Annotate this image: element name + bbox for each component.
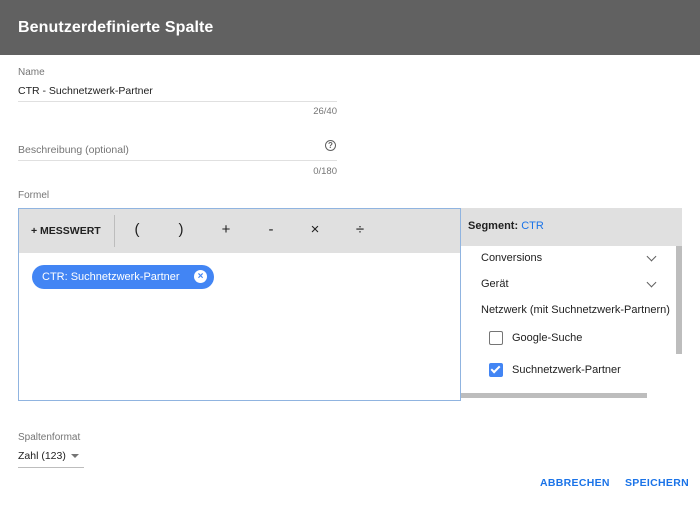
metric-chip[interactable]: CTR: Suchnetzwerk-Partner ×: [32, 265, 214, 289]
vertical-scrollbar[interactable]: [676, 246, 682, 354]
formula-toolbar: + MESSWERT ( ) + - × ÷: [19, 209, 460, 253]
google-search-label: Google-Suche: [512, 332, 583, 344]
segment-header: Segment: CTR: [461, 208, 682, 246]
dialog-header: Benutzerdefinierte Spalte: [0, 0, 700, 55]
help-icon[interactable]: ?: [325, 140, 336, 151]
close-paren-button[interactable]: ): [173, 221, 189, 238]
toolbar-divider: [114, 215, 115, 247]
description-counter: 0/180: [313, 166, 337, 177]
dropdown-arrow-icon: [71, 454, 79, 458]
segment-item-conversions[interactable]: Conversions: [481, 252, 542, 264]
column-format-select[interactable]: Zahl (123): [18, 450, 84, 468]
divide-button[interactable]: ÷: [352, 221, 368, 238]
formula-label: Formel: [18, 190, 50, 201]
description-input[interactable]: Beschreibung (optional): [18, 144, 129, 156]
minus-button[interactable]: -: [263, 221, 279, 238]
segment-panel: Segment: CTR Conversions Gerät Netzwerk …: [461, 208, 682, 400]
save-button[interactable]: SPEICHERN: [625, 477, 689, 489]
name-underline: [18, 101, 337, 102]
dialog-title: Benutzerdefinierte Spalte: [18, 19, 214, 36]
name-label: Name: [18, 67, 45, 78]
google-search-checkbox[interactable]: [489, 331, 503, 345]
add-metric-button[interactable]: + MESSWERT: [31, 225, 101, 237]
segment-item-netzwerk[interactable]: Netzwerk (mit Suchnetzwerk-Partnern): [481, 304, 670, 316]
column-format-label: Spaltenformat: [18, 432, 81, 443]
chevron-down-icon[interactable]: [646, 277, 657, 288]
segment-value[interactable]: CTR: [521, 220, 544, 232]
column-format-value: Zahl (123): [18, 450, 66, 462]
segment-item-geraet[interactable]: Gerät: [481, 278, 509, 290]
cancel-button[interactable]: ABBRECHEN: [540, 477, 610, 489]
multiply-button[interactable]: ×: [307, 221, 323, 238]
formula-editor[interactable]: + MESSWERT ( ) + - × ÷ CTR: Suchnetzwerk…: [18, 208, 461, 401]
search-partners-label: Suchnetzwerk-Partner: [512, 364, 621, 376]
segment-title: Segment: CTR: [468, 220, 544, 232]
name-counter: 26/40: [313, 106, 337, 117]
metric-chip-label: CTR: Suchnetzwerk-Partner: [42, 271, 180, 283]
description-underline: [18, 160, 337, 161]
chevron-down-icon[interactable]: [646, 251, 657, 262]
name-input[interactable]: CTR - Suchnetzwerk-Partner: [18, 85, 153, 97]
search-partners-checkbox[interactable]: [489, 363, 503, 377]
open-paren-button[interactable]: (: [129, 221, 145, 238]
plus-button[interactable]: +: [218, 221, 234, 238]
close-circle-icon[interactable]: ×: [194, 270, 207, 283]
checkmark-icon: [490, 363, 501, 374]
segment-label: Segment:: [468, 220, 519, 232]
horizontal-scrollbar[interactable]: [461, 393, 647, 398]
